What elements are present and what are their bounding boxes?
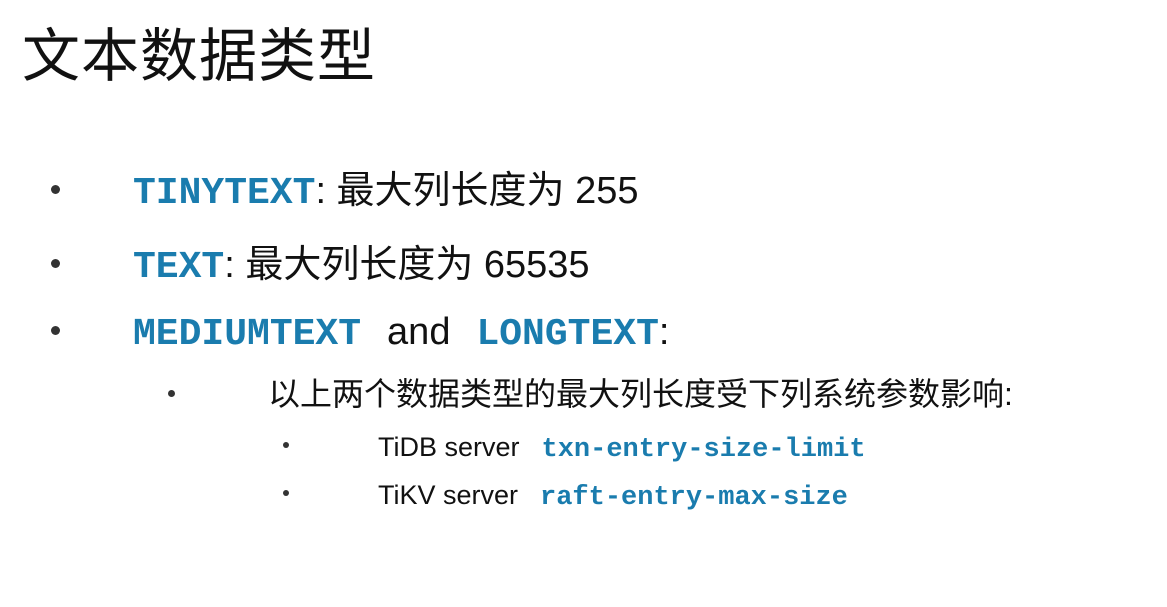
param-bullet-tidb (283, 442, 289, 448)
param-tikv: TiKV server raft-entry-max-size (378, 482, 848, 512)
item-description: 最大列长度为 255 (326, 170, 639, 212)
separator: : (224, 244, 235, 286)
item-description: 最大列长度为 65535 (234, 244, 590, 286)
type-name-tinytext: TINYTEXT (133, 172, 316, 215)
param-name: txn-entry-size-limit (541, 435, 866, 465)
param-bullet-tikv (283, 490, 289, 496)
separator: : (658, 311, 670, 353)
param-server-label: TiKV server (378, 480, 519, 510)
sub-bullet (168, 390, 175, 397)
type-name-mediumtext: MEDIUMTEXT (133, 313, 362, 356)
param-tidb: TiDB server txn-entry-size-limit (378, 434, 866, 464)
type-name-text: TEXT (133, 246, 225, 289)
separator: : (315, 170, 326, 212)
sub-item-text: 以上两个数据类型的最大列长度受下列系统参数影响: (268, 376, 1013, 412)
bullet-text (51, 259, 60, 268)
slide-title: 文本数据类型 (22, 24, 377, 89)
item-text: TEXT: 最大列长度为 65535 (133, 246, 590, 287)
conjunction: and (387, 311, 451, 353)
param-server-label: TiDB server (378, 432, 520, 462)
item-medium-long: MEDIUMTEXT and LONGTEXT: (133, 313, 669, 354)
bullet-medium-long (51, 326, 60, 335)
item-tinytext: TINYTEXT: 最大列长度为 255 (133, 172, 639, 213)
type-name-longtext: LONGTEXT (476, 313, 659, 356)
bullet-tinytext (51, 185, 60, 194)
param-name: raft-entry-max-size (540, 483, 848, 513)
